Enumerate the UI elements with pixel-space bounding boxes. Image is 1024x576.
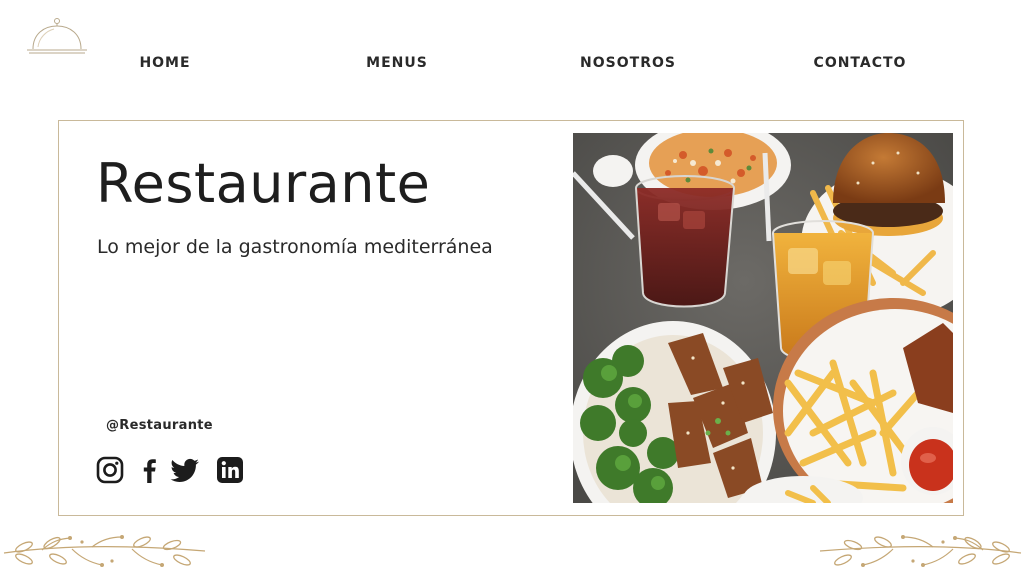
social-handle[interactable]: @Restaurante	[106, 418, 213, 433]
instagram-icon[interactable]	[96, 456, 124, 484]
twitter-icon[interactable]	[170, 456, 200, 484]
nav-link-home[interactable]: HOME	[139, 55, 190, 71]
nav-link-nosotros[interactable]: NOSOTROS	[580, 55, 676, 71]
food-photo	[573, 133, 953, 503]
hero-subtitle: Lo mejor de la gastronomía mediterránea	[97, 236, 493, 258]
main-navigation: HOME MENUS NOSOTROS CONTACTO	[0, 55, 1024, 75]
laurel-sprig-right-icon	[819, 535, 1022, 567]
nav-link-menus[interactable]: MENUS	[366, 55, 428, 71]
cloche-logo-icon	[27, 18, 87, 54]
linkedin-icon[interactable]	[216, 456, 244, 484]
facebook-icon[interactable]	[136, 456, 164, 484]
laurel-sprig-left-icon	[3, 535, 206, 567]
hero-title: Restaurante	[96, 152, 431, 215]
nav-link-contacto[interactable]: CONTACTO	[814, 55, 907, 71]
